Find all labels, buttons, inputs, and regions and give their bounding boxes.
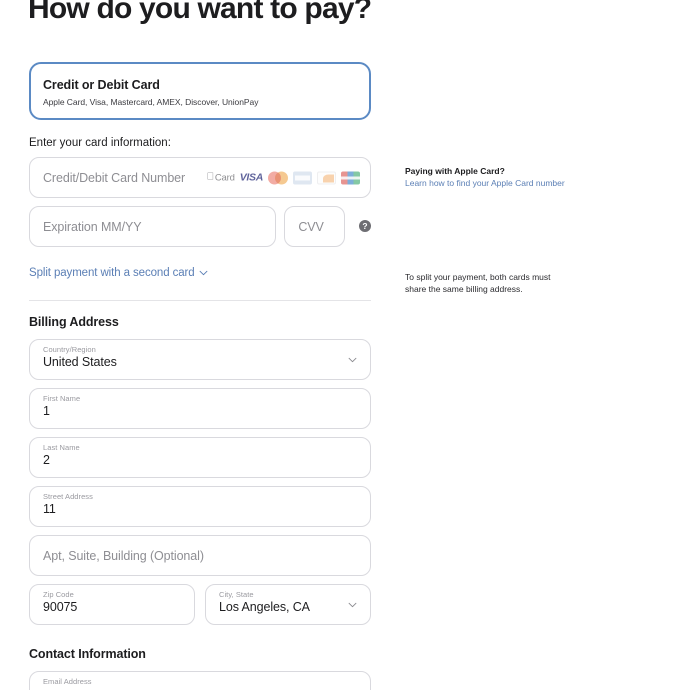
payment-method-subtitle: Apple Card, Visa, Mastercard, AMEX, Disc… [43,97,259,107]
zip-code-value: 90075 [43,600,78,614]
apple-logo-icon:  [207,172,215,182]
last-name-label: Last Name [43,443,80,452]
chevron-down-icon [199,270,207,276]
cvv-help-icon[interactable]: ? [359,220,371,232]
payment-method-card-option[interactable]: Credit or Debit Card Apple Card, Visa, M… [29,62,371,120]
card-number-field[interactable]: Credit/Debit Card Number Card VISA [29,157,371,198]
cvv-placeholder: CVV [298,219,324,234]
chevron-down-icon [348,357,357,362]
first-name-field[interactable]: First Name 1 [29,388,371,429]
split-payment-note-line2: share the same billing address. [405,284,523,295]
accepted-card-brands: Card VISA [207,171,360,184]
last-name-field[interactable]: Last Name 2 [29,437,371,478]
email-address-label: Email Address [43,677,92,686]
city-state-field[interactable]: City, State Los Angeles, CA [205,584,371,625]
expiration-field[interactable]: Expiration MM/YY [29,206,277,247]
street-address-label: Street Address [43,492,93,501]
country-region-value: United States [43,355,117,369]
country-region-field[interactable]: Country/Region United States [29,339,371,380]
card-info-label: Enter your card information: [29,137,171,149]
expiration-placeholder: Expiration MM/YY [43,219,142,234]
zip-city-row: Zip Code 90075 City, State Los Angeles, … [29,584,371,633]
visa-icon: VISA [239,171,264,184]
street-address-field[interactable]: Street Address 11 [29,486,371,527]
first-name-label: First Name [43,394,81,403]
first-name-value: 1 [43,404,50,418]
page-title: How do you want to pay? [28,0,372,25]
zip-code-label: Zip Code [43,590,74,599]
apple-card-note: Paying with Apple Card? Learn how to fin… [405,165,615,190]
country-region-label: Country/Region [43,345,96,354]
payment-form-column: Credit or Debit Card Apple Card, Visa, M… [29,62,371,690]
apple-card-icon: Card [207,171,235,184]
last-name-value: 2 [43,453,50,467]
apple-card-note-title: Paying with Apple Card? [405,166,505,176]
expiration-cvv-row: Expiration MM/YY CVV ? [29,206,371,255]
section-divider [29,300,371,301]
payment-method-title: Credit or Debit Card [43,78,160,92]
billing-address-heading: Billing Address [29,315,119,329]
apt-suite-placeholder: Apt, Suite, Building (Optional) [43,548,204,563]
split-payment-note: To split your payment, both cards must s… [405,271,590,296]
apple-card-note-link[interactable]: Learn how to find your Apple Card number [405,177,615,189]
email-address-field[interactable]: Email Address [29,671,371,690]
discover-icon [317,171,336,184]
city-state-label: City, State [219,590,254,599]
amex-icon [293,171,312,184]
contact-information-heading: Contact Information [29,647,146,661]
mastercard-icon [268,171,288,184]
unionpay-icon [341,171,360,184]
cvv-field[interactable]: CVV [284,206,345,247]
split-payment-note-line1: To split your payment, both cards must [405,272,551,282]
apt-suite-field[interactable]: Apt, Suite, Building (Optional) [29,535,371,576]
city-state-value: Los Angeles, CA [219,600,310,614]
street-address-value: 11 [43,502,56,516]
split-payment-link[interactable]: Split payment with a second card [29,267,208,279]
payment-page: How do you want to pay? Credit or Debit … [0,0,682,690]
card-number-placeholder: Credit/Debit Card Number [43,170,186,185]
zip-code-field[interactable]: Zip Code 90075 [29,584,195,625]
chevron-down-icon [348,602,357,607]
split-payment-label: Split payment with a second card [29,267,195,279]
